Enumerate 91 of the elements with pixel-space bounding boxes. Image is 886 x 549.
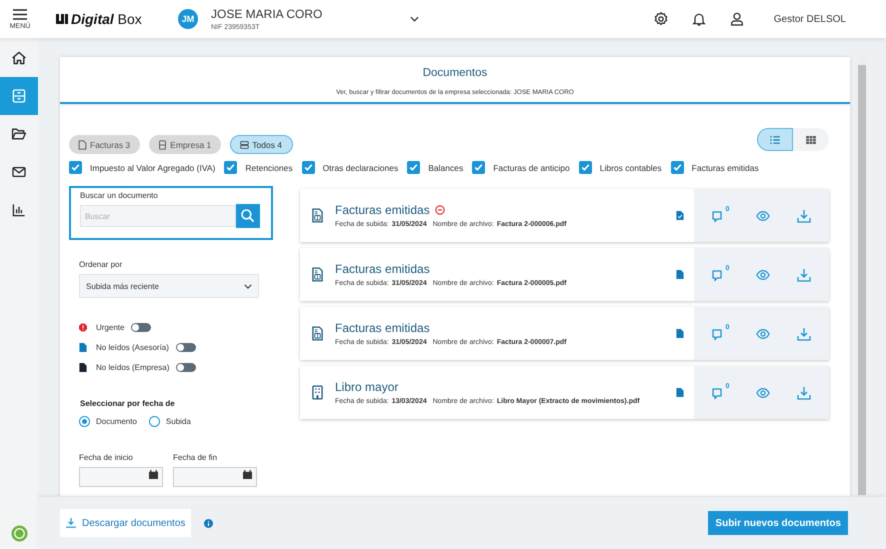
invoice-icon bbox=[312, 267, 323, 282]
calendar-icon bbox=[149, 470, 158, 479]
date-field[interactable] bbox=[173, 467, 257, 487]
checkbox[interactable] bbox=[472, 161, 486, 174]
radio-button[interactable] bbox=[148, 416, 160, 427]
date-filter-label: Seleccionar por fecha de bbox=[80, 399, 176, 408]
checkbox-label: Retenciones bbox=[245, 162, 293, 172]
view-toggle[interactable] bbox=[757, 128, 793, 151]
checkbox[interactable] bbox=[407, 161, 420, 174]
checkbox-label: Balances bbox=[428, 162, 464, 172]
user-icon[interactable] bbox=[728, 11, 745, 27]
download-button[interactable] bbox=[797, 386, 812, 400]
search-icon bbox=[240, 208, 256, 224]
document-title: Facturas emitidas bbox=[335, 321, 430, 335]
sort-dropdown[interactable]: Subida más reciente bbox=[79, 274, 259, 298]
eye-icon bbox=[756, 326, 770, 340]
toggle-switch[interactable] bbox=[176, 363, 196, 372]
list-icon bbox=[770, 136, 780, 144]
chevron-down-icon[interactable] bbox=[410, 16, 420, 22]
notification-bell-icon[interactable] bbox=[690, 11, 707, 27]
date-field[interactable] bbox=[79, 467, 163, 487]
folder-icon bbox=[11, 126, 27, 142]
eye-icon bbox=[756, 268, 770, 282]
stack-icon bbox=[240, 140, 250, 150]
sort-label: Ordenar por bbox=[79, 260, 124, 269]
toggle-switch[interactable] bbox=[131, 323, 152, 332]
start-date-label: Fecha de inicio bbox=[79, 453, 134, 462]
filter-chip[interactable]: Empresa 1 bbox=[149, 135, 222, 154]
page-title: Documentos bbox=[422, 67, 488, 79]
menu-icon bbox=[13, 8, 27, 20]
scrollbar[interactable] bbox=[858, 57, 867, 496]
toggle-label: No leídos (Empresa) bbox=[96, 363, 170, 372]
checkbox-label: Otras declaraciones bbox=[322, 162, 398, 172]
mail-icon bbox=[11, 164, 27, 180]
download-button[interactable] bbox=[797, 268, 812, 282]
checkbox[interactable] bbox=[224, 161, 238, 174]
company-name: JOSE MARIA CORO bbox=[211, 7, 322, 21]
home-icon bbox=[11, 50, 27, 66]
grid-icon bbox=[806, 136, 816, 144]
cabinet-icon bbox=[11, 88, 27, 104]
document-icon bbox=[78, 140, 87, 150]
building-icon bbox=[312, 385, 323, 400]
calendar-icon bbox=[243, 470, 252, 479]
view-button[interactable] bbox=[756, 268, 770, 282]
checkbox-label: Impuesto al Valor Agregado (IVA) bbox=[90, 162, 216, 172]
toggle-label: No leídos (Asesoría) bbox=[96, 343, 169, 352]
checkbox[interactable] bbox=[69, 161, 82, 174]
download-button[interactable] bbox=[797, 208, 812, 222]
download-icon bbox=[66, 518, 76, 528]
download-icon bbox=[797, 326, 812, 340]
search-button[interactable] bbox=[236, 204, 260, 228]
view-button[interactable] bbox=[756, 386, 770, 400]
document-title: Libro mayor bbox=[335, 380, 398, 394]
checkbox-label: Libros contables bbox=[600, 162, 662, 172]
invoice-icon bbox=[312, 326, 323, 341]
toggle-label: Urgente bbox=[96, 323, 124, 332]
download-icon bbox=[797, 268, 812, 282]
view-button[interactable] bbox=[756, 208, 770, 222]
app-logo: Digital Box bbox=[56, 11, 160, 27]
document-title: Facturas emitidas bbox=[335, 262, 430, 276]
toggle-switch[interactable] bbox=[176, 343, 196, 352]
checkbox[interactable] bbox=[670, 161, 684, 174]
download-documents-button[interactable]: Descargar documentos bbox=[60, 509, 192, 537]
radio-label: Documento bbox=[96, 417, 137, 426]
chevron-down-icon bbox=[244, 284, 252, 288]
filter-chip[interactable]: Todos 4 bbox=[230, 135, 294, 154]
cabinet-icon bbox=[158, 140, 168, 150]
eye-icon bbox=[756, 208, 770, 222]
settings-icon[interactable] bbox=[652, 11, 669, 27]
invoice-icon bbox=[312, 208, 323, 223]
end-date-label: Fecha de fin bbox=[173, 453, 218, 462]
download-icon bbox=[797, 386, 812, 400]
bar-chart-icon bbox=[11, 202, 27, 218]
document-title: Facturas emitidas bbox=[335, 203, 430, 217]
search-field[interactable]: Buscar bbox=[80, 205, 236, 227]
info-icon[interactable] bbox=[204, 518, 214, 528]
search-label: Buscar un documento bbox=[80, 191, 159, 200]
download-icon bbox=[797, 208, 812, 222]
radio-label: Subida bbox=[166, 417, 191, 426]
checkbox-label: Facturas de anticipo bbox=[493, 162, 570, 172]
user-name[interactable]: Gestor DELSOL bbox=[774, 14, 846, 24]
filter-chip[interactable]: Facturas 3 bbox=[69, 135, 140, 154]
eye-icon bbox=[756, 386, 770, 400]
company-avatar: JM bbox=[178, 9, 198, 29]
checkbox[interactable] bbox=[302, 161, 315, 174]
view-button[interactable] bbox=[756, 326, 770, 340]
download-button[interactable] bbox=[797, 326, 812, 340]
radio-button[interactable] bbox=[79, 416, 90, 427]
checkbox-label: Facturas emitidas bbox=[692, 162, 759, 172]
checkbox[interactable] bbox=[578, 161, 592, 174]
help-bubble-icon[interactable] bbox=[10, 525, 28, 542]
